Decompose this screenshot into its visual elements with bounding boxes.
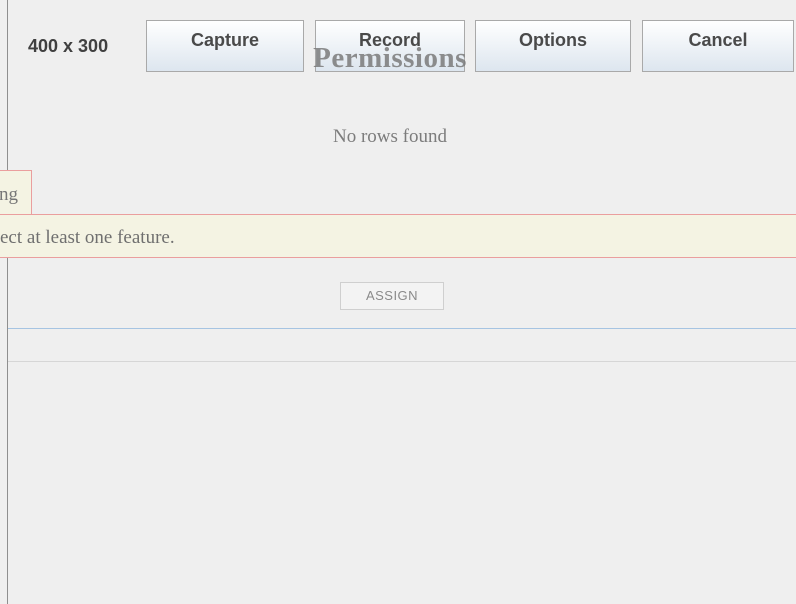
cancel-button[interactable]: Cancel	[642, 20, 794, 72]
cancel-button-label: Cancel	[688, 30, 748, 50]
validation-message-text: ect at least one feature.	[0, 227, 175, 248]
divider-blue	[8, 328, 796, 329]
validation-message-tab: ng	[0, 170, 32, 214]
capture-button[interactable]: Capture	[146, 20, 304, 72]
divider-gray	[8, 361, 796, 362]
capture-size-label: 400 x 300	[28, 36, 109, 56]
empty-table-message: No rows found	[333, 126, 447, 147]
options-button[interactable]: Options	[475, 20, 631, 72]
window-left-edge	[7, 0, 8, 604]
capture-button-label: Capture	[190, 30, 259, 50]
options-button-label: Options	[519, 30, 587, 50]
validation-message: ect at least one feature.	[0, 214, 796, 258]
record-button[interactable]: Record	[315, 20, 465, 72]
record-button-label: Record	[358, 30, 421, 50]
validation-message-tab-text: ng	[0, 184, 18, 205]
assign-button[interactable]: ASSIGN	[340, 282, 444, 310]
capture-toolbar: 400 x 300 Capture Record Options Cancel	[8, 0, 796, 90]
